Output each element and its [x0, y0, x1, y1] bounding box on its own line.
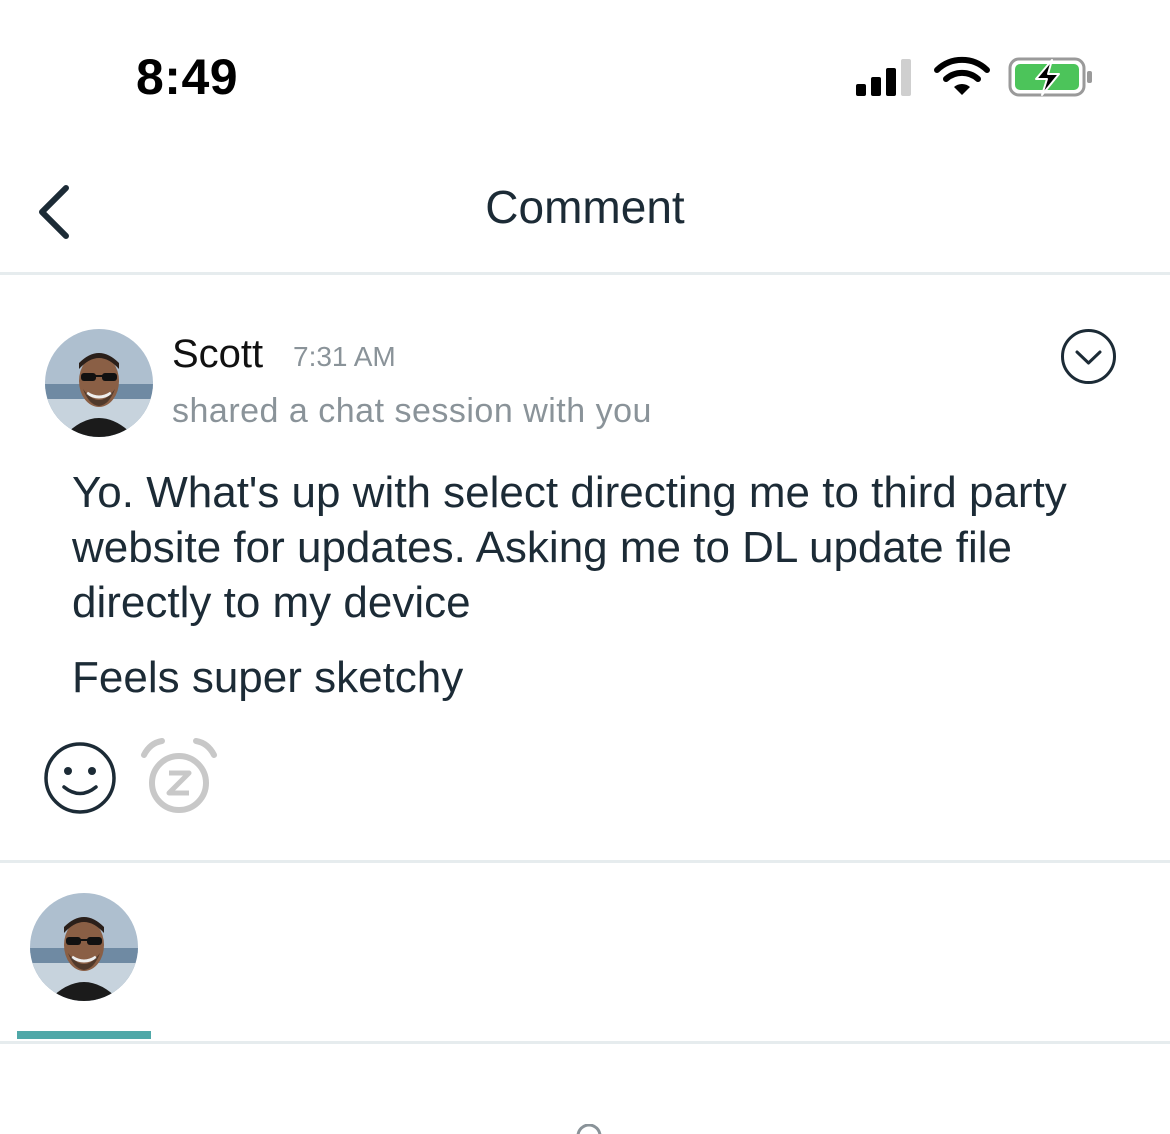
message-line: Feels super sketchy: [72, 653, 464, 702]
comment-subtitle: shared a chat session with you: [172, 392, 652, 430]
status-time: 8:49: [136, 49, 239, 105]
snooze-alarm-icon[interactable]: [138, 737, 220, 819]
active-tab-indicator: [17, 1031, 151, 1039]
comment-card: Scott 7:31 AM shared a chat session with…: [0, 275, 1170, 863]
wifi-icon: [934, 56, 990, 95]
chevron-down-circle-icon[interactable]: [1060, 328, 1117, 385]
status-bar: 8:49: [0, 0, 1170, 150]
message-line: Yo. What's up with select directing me t…: [72, 468, 1067, 627]
page-title: Comment: [485, 181, 685, 233]
author-name[interactable]: Scott: [172, 332, 263, 377]
reply-row: [0, 863, 1170, 1044]
author-avatar[interactable]: [45, 329, 153, 437]
smile-icon[interactable]: [42, 740, 118, 816]
battery-charging-icon: [1008, 57, 1092, 97]
navigation-bar: Comment: [0, 150, 1170, 275]
comment-screen: 8:49 Comment Scott 7:31 AM shared a chat…: [0, 0, 1170, 1134]
cellular-signal-icon: [856, 59, 911, 96]
comment-message: Yo. What's up with select directing me t…: [72, 465, 1112, 705]
comment-timestamp: 7:31 AM: [293, 341, 396, 372]
current-user-avatar[interactable]: [30, 893, 138, 1001]
loading-arc-icon: [576, 1124, 602, 1134]
